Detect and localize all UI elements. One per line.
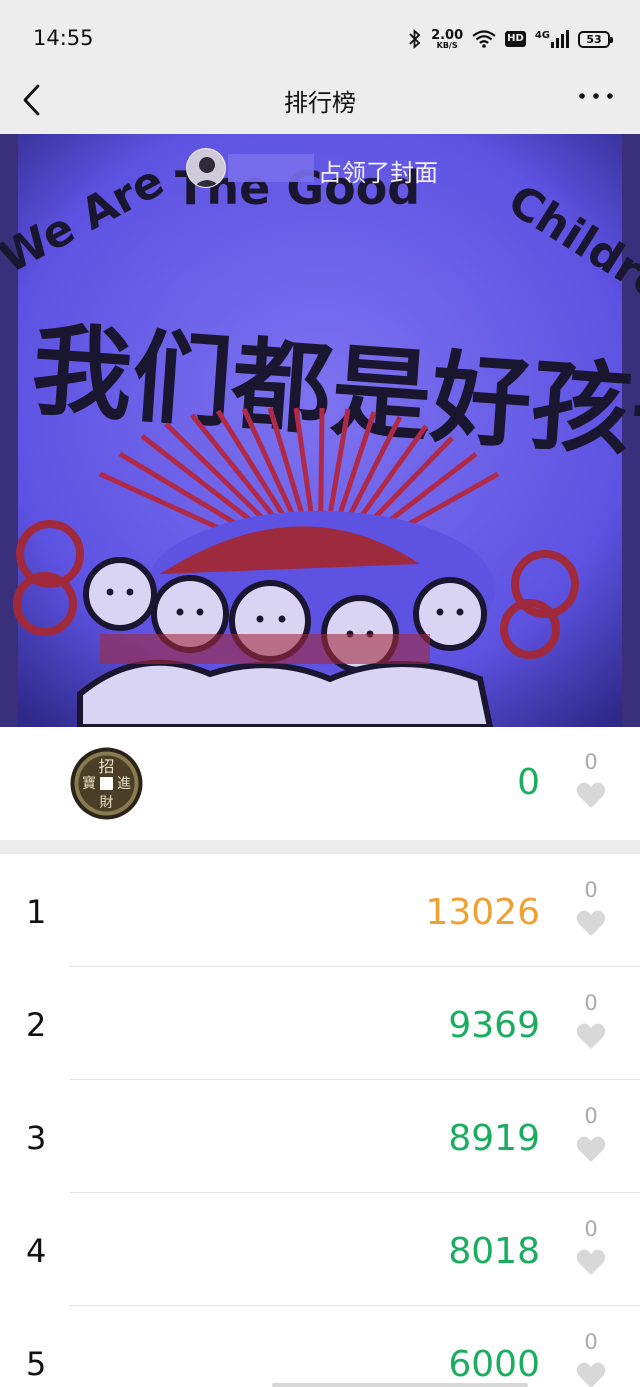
like-button[interactable]: 0 (575, 879, 607, 937)
cover-owner: 占领了封面 (0, 148, 640, 188)
rank-row-5[interactable]: 5 6000 0 (0, 1306, 640, 1387)
rank-steps: 6000 (448, 1344, 540, 1385)
status-bar: 14:55 2.00 KB/S HD 4G 53 (0, 0, 640, 66)
heart-icon (576, 1023, 606, 1049)
my-like-count: 0 (584, 750, 598, 774)
svg-text:寶: 寶 (82, 776, 96, 792)
scroll-indicator (272, 1383, 528, 1387)
rank-number: 3 (26, 1119, 47, 1157)
svg-text:進: 進 (117, 776, 131, 792)
wifi-icon (472, 30, 496, 48)
rank-user-redacted (66, 967, 269, 1080)
bluetooth-icon (408, 29, 422, 49)
like-count: 0 (584, 991, 598, 1015)
like-button[interactable]: 0 (575, 1218, 607, 1276)
rank-row-1[interactable]: 1 13026 0 (0, 854, 640, 967)
like-count: 0 (584, 1217, 598, 1241)
status-icons: 2.00 KB/S HD 4G 53 (408, 25, 613, 53)
rank-user-redacted (66, 854, 269, 967)
rank-user-redacted (66, 1193, 269, 1306)
status-time: 14:55 (33, 26, 94, 50)
heart-icon (576, 1249, 606, 1275)
more-button[interactable] (576, 80, 616, 112)
my-like-button[interactable]: 0 (575, 751, 607, 809)
rank-steps: 13026 (425, 892, 540, 933)
network-speed: 2.00 KB/S (431, 29, 463, 50)
ranking-list: 1 13026 0 2 9369 0 3 8919 0 4 8018 0 5 6… (0, 854, 640, 1387)
like-button[interactable]: 0 (575, 1105, 607, 1163)
cover-image: We Are The Good Children 我们都是好孩子 占领了封面 (0, 134, 640, 727)
like-button[interactable]: 0 (575, 992, 607, 1050)
svg-text:財: 財 (100, 795, 114, 811)
more-dots-icon (579, 93, 613, 99)
cover-owner-avatar[interactable] (186, 148, 226, 188)
mug-illustration: We Are The Good Children 我们都是好孩子 (0, 134, 640, 727)
like-count: 0 (584, 1104, 598, 1128)
my-rank-row[interactable]: 招 進 財 寶 0 0 (0, 727, 640, 840)
cover-owner-name-redacted (228, 154, 314, 182)
network-type: 4G (534, 30, 550, 41)
heart-icon (576, 1362, 606, 1387)
rank-steps: 8919 (448, 1118, 540, 1159)
rank-number: 2 (26, 1006, 47, 1044)
rank-row-4[interactable]: 4 8018 0 (0, 1193, 640, 1306)
coin-avatar-icon[interactable]: 招 進 財 寶 (70, 747, 143, 820)
hd-icon: HD (505, 31, 526, 47)
page-title: 排行榜 (284, 89, 356, 117)
rank-number: 4 (26, 1232, 47, 1270)
battery-level: 53 (586, 32, 602, 46)
network-speed-unit: KB/S (436, 40, 458, 50)
rank-steps: 9369 (448, 1005, 540, 1046)
like-count: 0 (584, 878, 598, 902)
my-steps: 0 (517, 762, 540, 803)
avatar-photo-icon (187, 149, 225, 187)
like-button[interactable]: 0 (575, 1331, 607, 1387)
like-count: 0 (584, 1330, 598, 1354)
rank-row-3[interactable]: 3 8919 0 (0, 1080, 640, 1193)
rank-number: 5 (26, 1345, 47, 1383)
rank-user-redacted (66, 1306, 269, 1387)
heart-icon (576, 782, 606, 808)
nav-bar: 排行榜 (0, 66, 640, 134)
network-speed-value: 2.00 (431, 27, 464, 43)
heart-icon (576, 910, 606, 936)
heart-icon (576, 1136, 606, 1162)
svg-text:招: 招 (98, 757, 114, 776)
cover-caption: 占领了封面 (318, 159, 438, 187)
cellular-signal-icon: 4G (535, 30, 569, 48)
battery-icon: 53 (578, 30, 613, 48)
rank-number: 1 (26, 893, 47, 931)
rank-row-2[interactable]: 2 9369 0 (0, 967, 640, 1080)
rank-steps: 8018 (448, 1231, 540, 1272)
rank-user-redacted (66, 1080, 269, 1193)
